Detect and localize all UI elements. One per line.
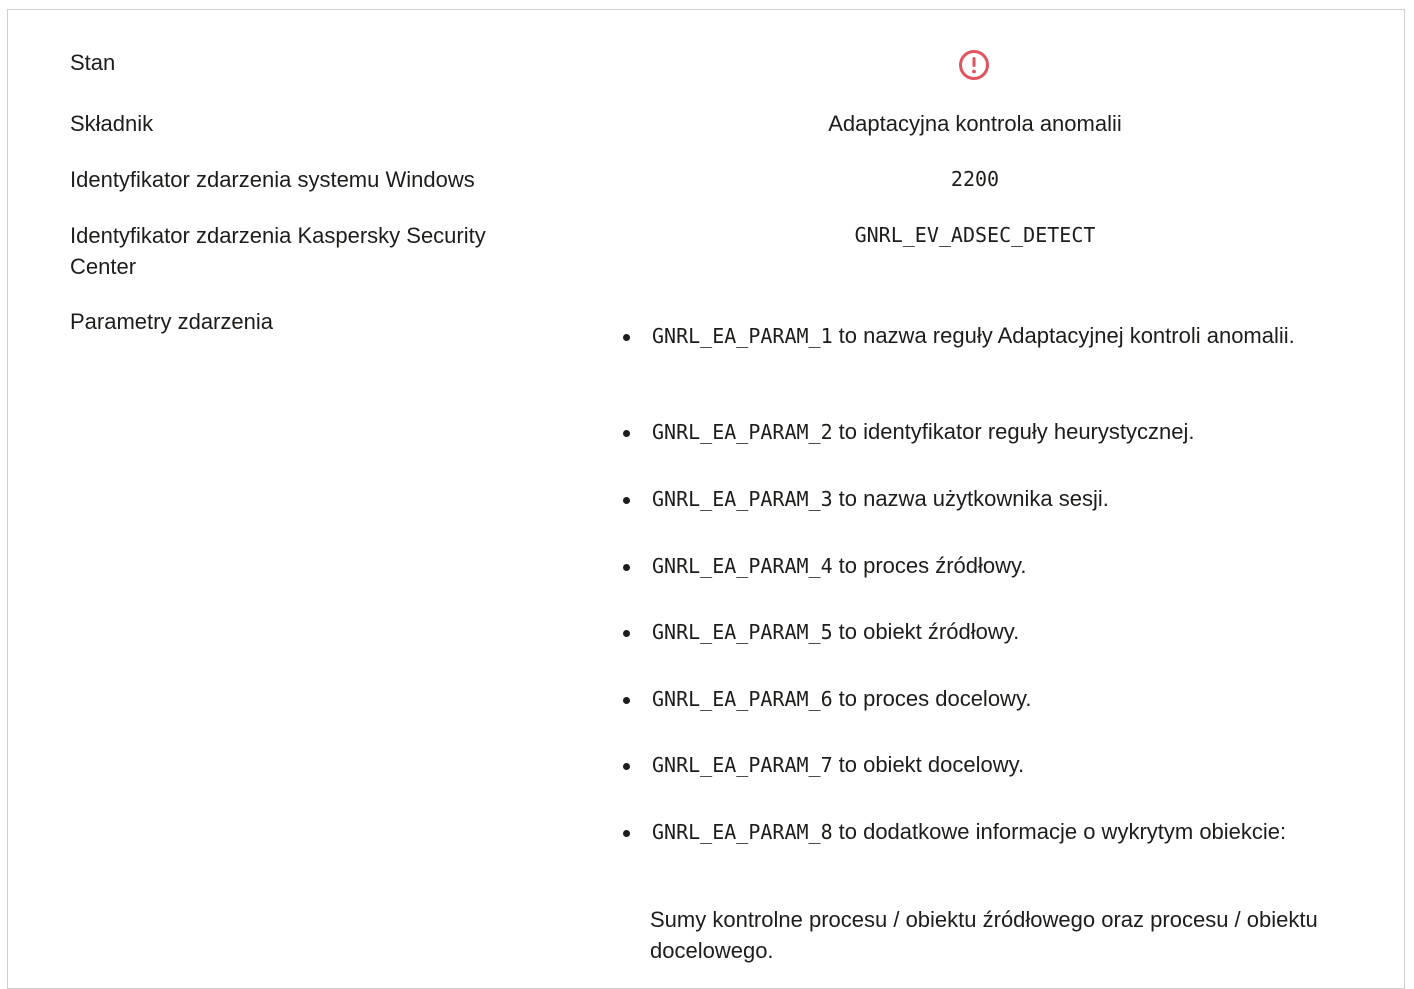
- ksc-event-id-value: GNRL_EV_ADSEC_DETECT: [854, 223, 1096, 247]
- param-description: to nazwa reguły Adaptacyjnej kontroli an…: [838, 323, 1295, 348]
- param-description: to proces docelowy.: [838, 686, 1032, 711]
- bullet-icon: [623, 564, 630, 571]
- list-item: GNRL_EA_PARAM_7 to obiekt docelowy.: [620, 749, 1310, 781]
- event-params-label: Parametry zdarzenia: [70, 309, 273, 334]
- exclamation-circle-icon: [959, 50, 989, 80]
- list-item: GNRL_EA_PARAM_2 to identyfikator reguły h…: [620, 416, 1310, 448]
- component-label: Składnik: [70, 111, 154, 136]
- bullet-icon: [623, 763, 630, 770]
- param-code: GNRL_EA_PARAM_7: [652, 753, 833, 777]
- param-code: GNRL_EA_PARAM_2: [652, 420, 833, 444]
- param-description: to identyfikator reguły heurystycznej.: [838, 419, 1195, 444]
- param-code: GNRL_EA_PARAM_3: [652, 487, 833, 511]
- ksc-event-id-label: Identyfikator zdarzenia Kaspersky Securi…: [70, 223, 486, 279]
- bullet-icon: [623, 334, 630, 341]
- status-label: Stan: [70, 50, 116, 75]
- windows-event-id-label: Identyfikator zdarzenia systemu Windows: [70, 167, 475, 192]
- component-value: Adaptacyjna kontrola anomalii: [828, 111, 1122, 136]
- list-item: GNRL_EA_PARAM_1 to nazwa reguły Adaptacyj…: [620, 320, 1310, 352]
- param-code: GNRL_EA_PARAM_5: [652, 620, 833, 644]
- bullet-icon: [623, 697, 630, 704]
- bullet-icon: [623, 630, 630, 637]
- param8-extra-text: Sumy kontrolne procesu / obiektu źródłow…: [650, 907, 1318, 963]
- param-code: GNRL_EA_PARAM_4: [652, 554, 833, 578]
- list-item: GNRL_EA_PARAM_3 to nazwa użytkownika sesj…: [620, 483, 1310, 515]
- param-code: GNRL_EA_PARAM_6: [652, 687, 833, 711]
- bullet-icon: [623, 430, 630, 437]
- param-description: to obiekt docelowy.: [838, 752, 1025, 777]
- param-code: GNRL_EA_PARAM_1: [652, 324, 833, 348]
- bullet-icon: [623, 830, 630, 837]
- windows-event-id-value: 2200: [950, 167, 1000, 191]
- param-description: to proces źródłowy.: [838, 553, 1027, 578]
- list-item: GNRL_EA_PARAM_8 to dodatkowe informacje o…: [620, 816, 1310, 848]
- param-description: to dodatkowe informacje o wykrytym obiek…: [838, 819, 1287, 844]
- list-item: GNRL_EA_PARAM_4 to proces źródłowy.: [620, 550, 1310, 582]
- param-description: to obiekt źródłowy.: [838, 619, 1020, 644]
- param-code: GNRL_EA_PARAM_8: [652, 820, 833, 844]
- param-description: to nazwa użytkownika sesji.: [838, 486, 1109, 511]
- list-item: GNRL_EA_PARAM_5 to obiekt źródłowy.: [620, 616, 1310, 648]
- bullet-icon: [623, 497, 630, 504]
- list-item: GNRL_EA_PARAM_6 to proces docelowy.: [620, 683, 1310, 715]
